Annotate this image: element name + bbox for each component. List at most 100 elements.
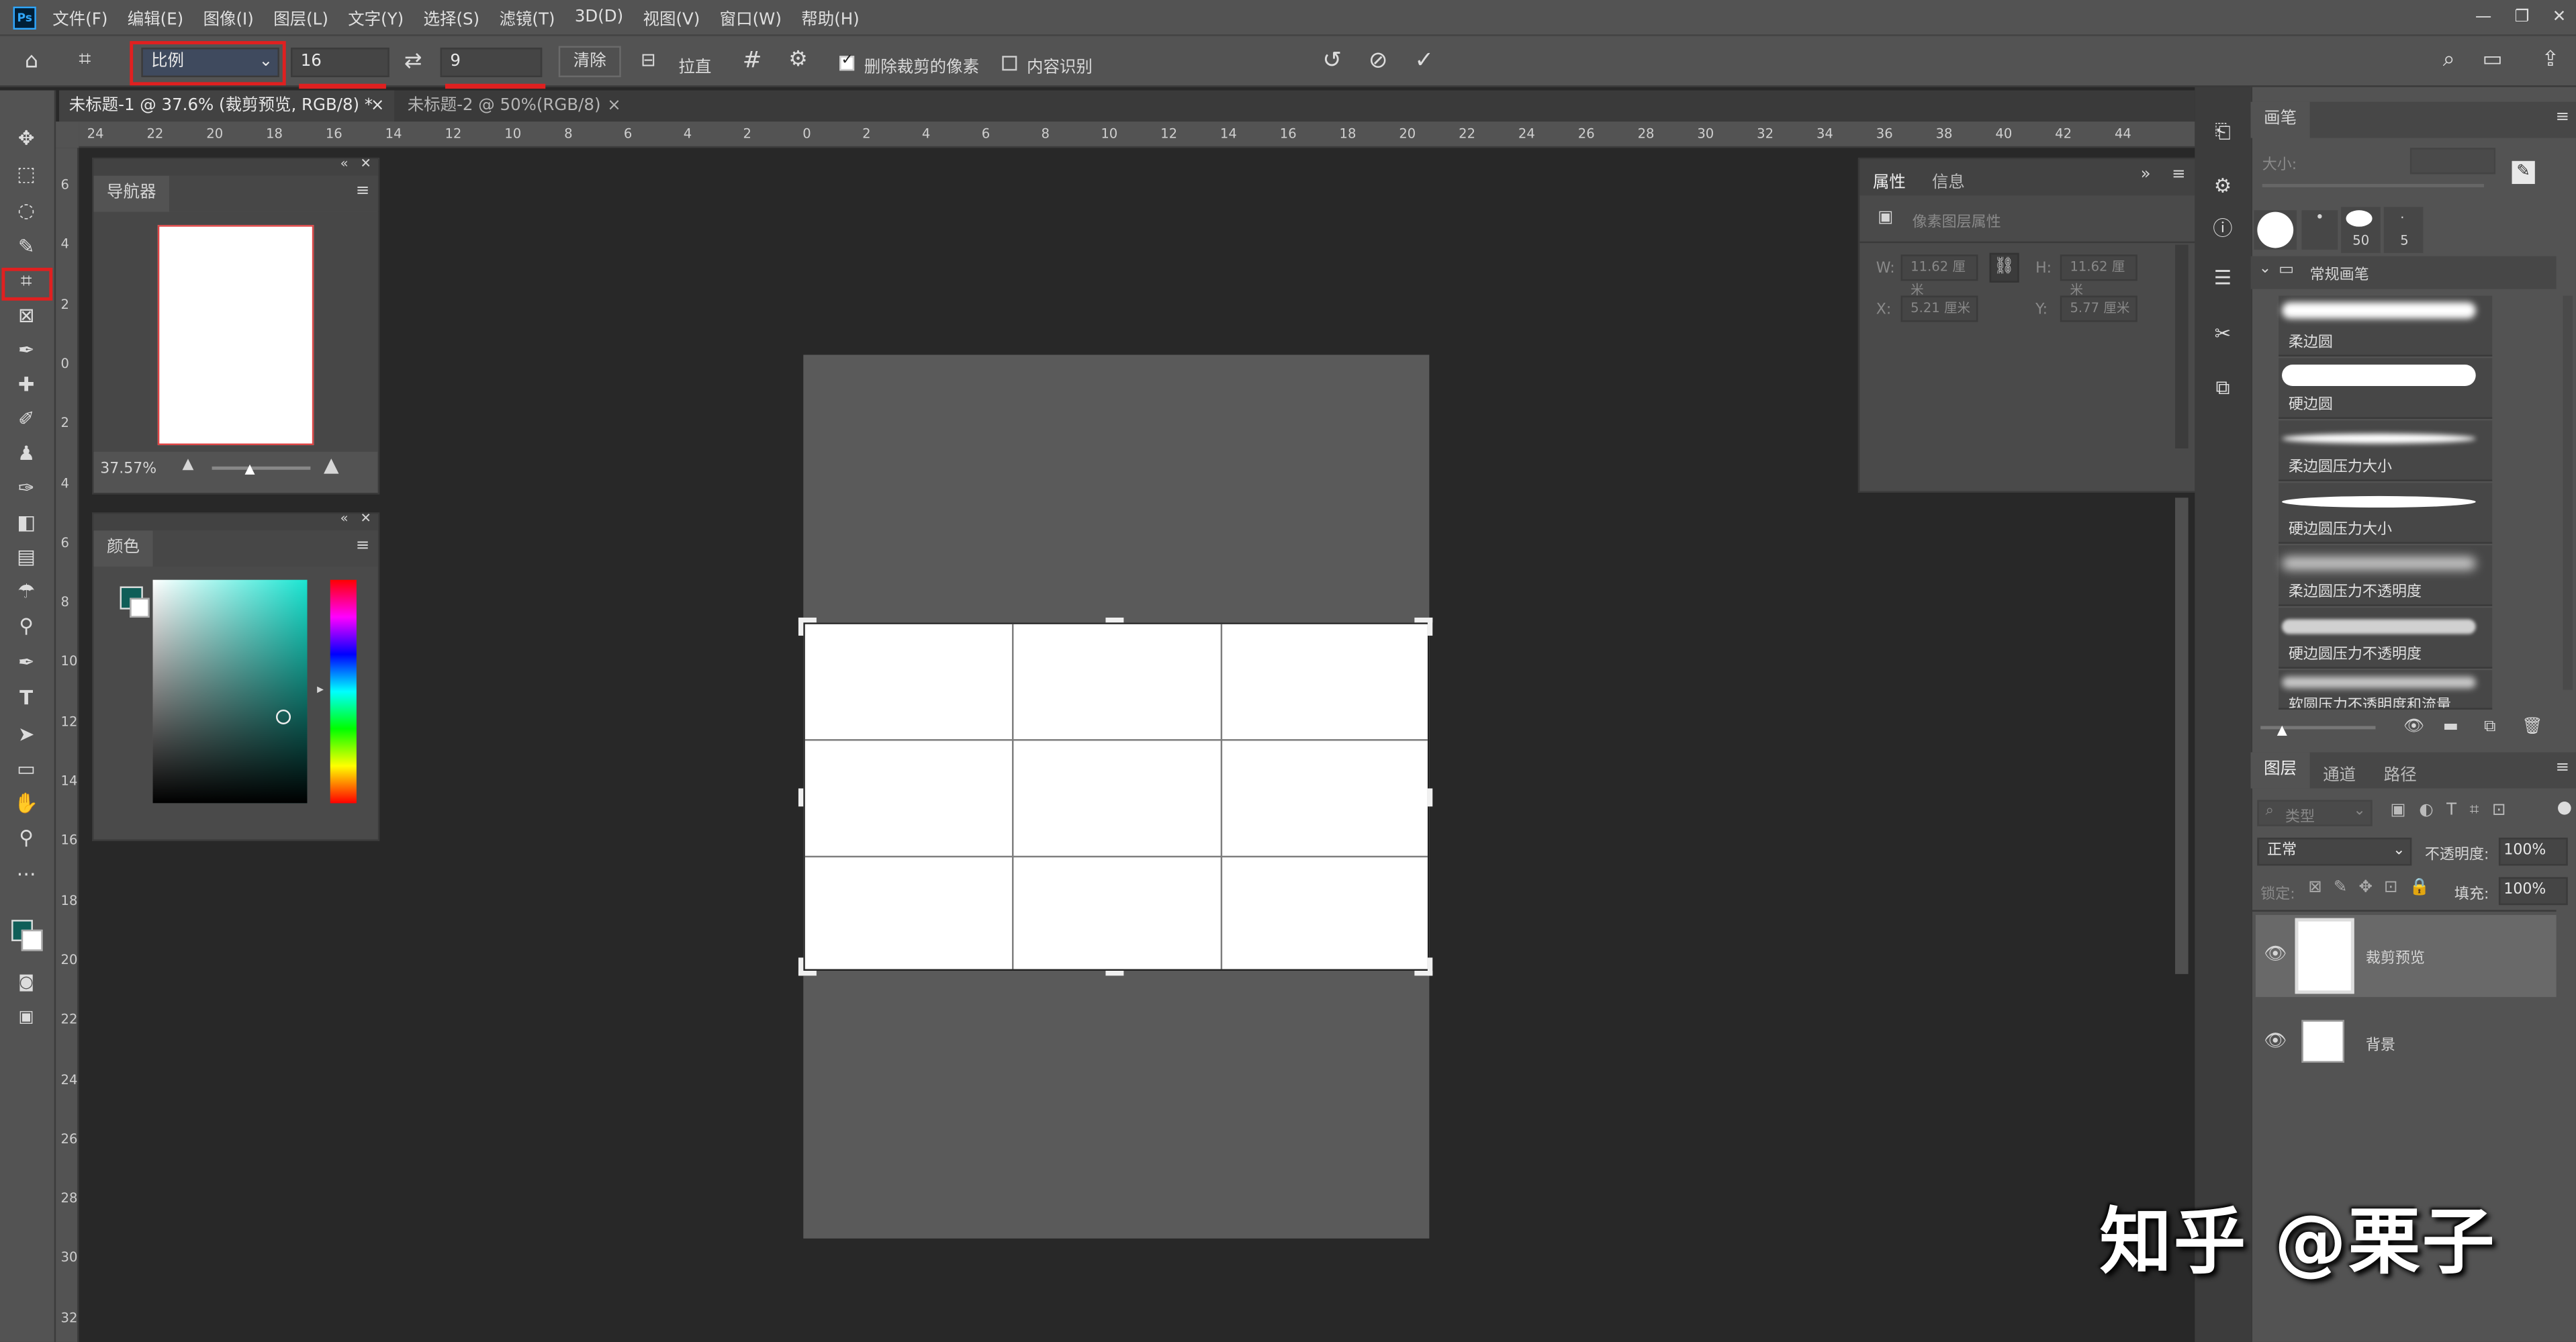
width-input[interactable]: 16: [291, 47, 389, 77]
brush-item[interactable]: 柔边圆: [2279, 295, 2493, 356]
collapse-icon[interactable]: «: [340, 156, 349, 171]
blur-tool-icon[interactable]: ☂: [8, 577, 44, 606]
toggle-brush-icon[interactable]: 👁: [2403, 718, 2424, 736]
crop-handle-bottom[interactable]: [1105, 970, 1124, 976]
brush-preset-1[interactable]: [2254, 210, 2297, 250]
visibility-eye-icon[interactable]: 👁: [2264, 943, 2287, 964]
eraser-tool-icon[interactable]: ◧: [8, 508, 44, 537]
pen-tool-icon[interactable]: ✒: [8, 647, 44, 677]
tab-properties[interactable]: 属性: [1873, 168, 1906, 192]
type-tool-icon[interactable]: T: [8, 683, 44, 713]
tab-close-icon[interactable]: ×: [371, 91, 385, 122]
layer-row-background[interactable]: 👁 背景: [2256, 1000, 2557, 1082]
screen-mode-icon[interactable]: ▣: [8, 1004, 44, 1033]
zoom-slider-thumb[interactable]: ▲: [245, 462, 255, 477]
opacity-input[interactable]: 100%: [2498, 837, 2568, 866]
straighten-button[interactable]: 拉直: [678, 52, 711, 77]
history-brush-icon[interactable]: ✑: [8, 473, 44, 503]
y-field[interactable]: 5.77 厘米: [2060, 295, 2137, 322]
close-icon[interactable]: ✕: [360, 511, 371, 526]
color-picker-cursor[interactable]: [275, 709, 291, 724]
swap-icon[interactable]: ⇄: [404, 51, 422, 73]
straighten-icon[interactable]: ⊟: [641, 51, 656, 69]
w-field[interactable]: 11.62 厘米: [1900, 254, 1978, 297]
crop-tool-preset-icon[interactable]: ⌗: [79, 49, 91, 70]
color-bg-swatch[interactable]: [130, 597, 150, 618]
height-input[interactable]: 9: [440, 47, 543, 77]
link-icon[interactable]: ⛓: [1989, 252, 2019, 283]
properties-panel-icon[interactable]: ☰: [2198, 266, 2247, 302]
stamp-tool-icon[interactable]: ♟: [8, 438, 44, 468]
crop-handle-left[interactable]: [798, 788, 804, 807]
tab-layers[interactable]: 图层: [2250, 752, 2310, 789]
clone-source-icon[interactable]: ⧉: [2198, 376, 2247, 412]
commit-icon[interactable]: ✓: [1414, 49, 1434, 72]
close-icon[interactable]: ✕: [360, 156, 371, 171]
brush-item[interactable]: 硬边圆: [2279, 358, 2493, 419]
x-field[interactable]: 5.21 厘米: [1900, 295, 1978, 322]
brush-preset-2[interactable]: •: [2301, 210, 2338, 250]
blend-mode-select[interactable]: 正常 ⌄: [2257, 837, 2412, 866]
color-title[interactable]: 颜色: [93, 530, 152, 567]
menu-filter[interactable]: 滤镜(T): [499, 5, 555, 30]
menu-select[interactable]: 选择(S): [424, 5, 480, 30]
crop-handle-top-left[interactable]: [798, 617, 804, 636]
navigator-zoom-value[interactable]: 37.57%: [100, 462, 156, 478]
gear-icon[interactable]: ⚙: [788, 49, 808, 70]
brush-item[interactable]: 柔边圆压力不透明度: [2279, 545, 2493, 606]
canvas-scrollbar[interactable]: [2175, 497, 2189, 974]
menu-image[interactable]: 图像(I): [203, 5, 254, 30]
rectangle-tool-icon[interactable]: ▭: [8, 754, 44, 783]
navigator-thumbnail[interactable]: [157, 225, 314, 446]
history-panel-icon[interactable]: ⎗: [2198, 120, 2247, 156]
adjustments-panel-icon[interactable]: ⚙: [2198, 174, 2247, 210]
crop-selection[interactable]: [803, 622, 1430, 971]
home-icon[interactable]: ⌂: [25, 51, 38, 73]
tab-document-2[interactable]: 未标题-2 @ 50%(RGB/8) ×: [398, 91, 627, 122]
zoom-out-icon[interactable]: ▲: [183, 457, 194, 473]
grid-overlay-icon[interactable]: #: [743, 49, 762, 72]
background-color-swatch[interactable]: [21, 929, 43, 951]
lasso-tool-icon[interactable]: ◌: [8, 195, 44, 225]
navigator-title[interactable]: 导航器: [93, 175, 169, 212]
brush-preview-slider-thumb[interactable]: ▲: [2277, 723, 2287, 738]
filter-toggle-icon[interactable]: [2558, 801, 2571, 815]
expand-icon[interactable]: »: [2141, 166, 2151, 184]
zoom-in-icon[interactable]: ▲: [324, 453, 339, 476]
panel-menu-icon[interactable]: ≡: [356, 183, 370, 201]
brush-size-input[interactable]: [2409, 148, 2496, 175]
info-panel-icon[interactable]: ⓘ: [2198, 213, 2247, 250]
panel-menu-icon[interactable]: ≡: [356, 537, 370, 555]
panel-menu-icon[interactable]: ≡: [2556, 759, 2570, 777]
crop-handle-right[interactable]: [1427, 788, 1433, 807]
panel-menu-icon[interactable]: ≡: [2556, 108, 2570, 126]
marquee-tool-icon[interactable]: ⬚: [8, 159, 44, 189]
h-field[interactable]: 11.62 厘米: [2060, 254, 2137, 297]
saturation-brightness-field[interactable]: [152, 579, 308, 804]
move-tool-icon[interactable]: ✥: [8, 124, 44, 153]
layer-filter-select[interactable]: ⌕ 类型 ⌄: [2257, 800, 2373, 826]
brush-preset-3[interactable]: 50: [2341, 207, 2381, 253]
tab-document-1[interactable]: 未标题-1 @ 37.6% (裁剪预览, RGB/8) * ×: [59, 90, 395, 122]
zoom-slider-track[interactable]: [212, 466, 311, 470]
zoom-tool-icon[interactable]: ⚲: [8, 823, 44, 853]
eyedropper-tool-icon[interactable]: ✒: [8, 335, 44, 365]
minimize-icon[interactable]: —: [2475, 8, 2491, 26]
new-brush-icon[interactable]: ✎: [2512, 160, 2535, 185]
frame-tool-icon[interactable]: ⊠: [8, 301, 44, 330]
tab-channels[interactable]: 通道: [2323, 761, 2356, 785]
brush-tool-icon[interactable]: ✐: [8, 404, 44, 434]
menu-layer[interactable]: 图层(L): [273, 5, 328, 30]
visibility-eye-icon[interactable]: 👁: [2264, 1030, 2287, 1051]
crop-handle-top[interactable]: [1105, 617, 1124, 623]
menu-view[interactable]: 视图(V): [643, 5, 700, 30]
hue-slider[interactable]: [330, 579, 357, 804]
quick-mask-icon[interactable]: ◙: [8, 969, 44, 999]
lock-icons[interactable]: ⊠✎✥⊡🔒: [2308, 879, 2441, 897]
tab-close-icon[interactable]: ×: [607, 91, 621, 122]
hand-tool-icon[interactable]: ✋: [8, 788, 44, 818]
chevron-down-icon[interactable]: ⌄: [2259, 261, 2271, 277]
photoshop-logo-icon[interactable]: Ps: [13, 5, 36, 29]
brush-preset-4[interactable]: · 5: [2383, 207, 2424, 253]
brush-size-slider[interactable]: [2262, 184, 2484, 187]
